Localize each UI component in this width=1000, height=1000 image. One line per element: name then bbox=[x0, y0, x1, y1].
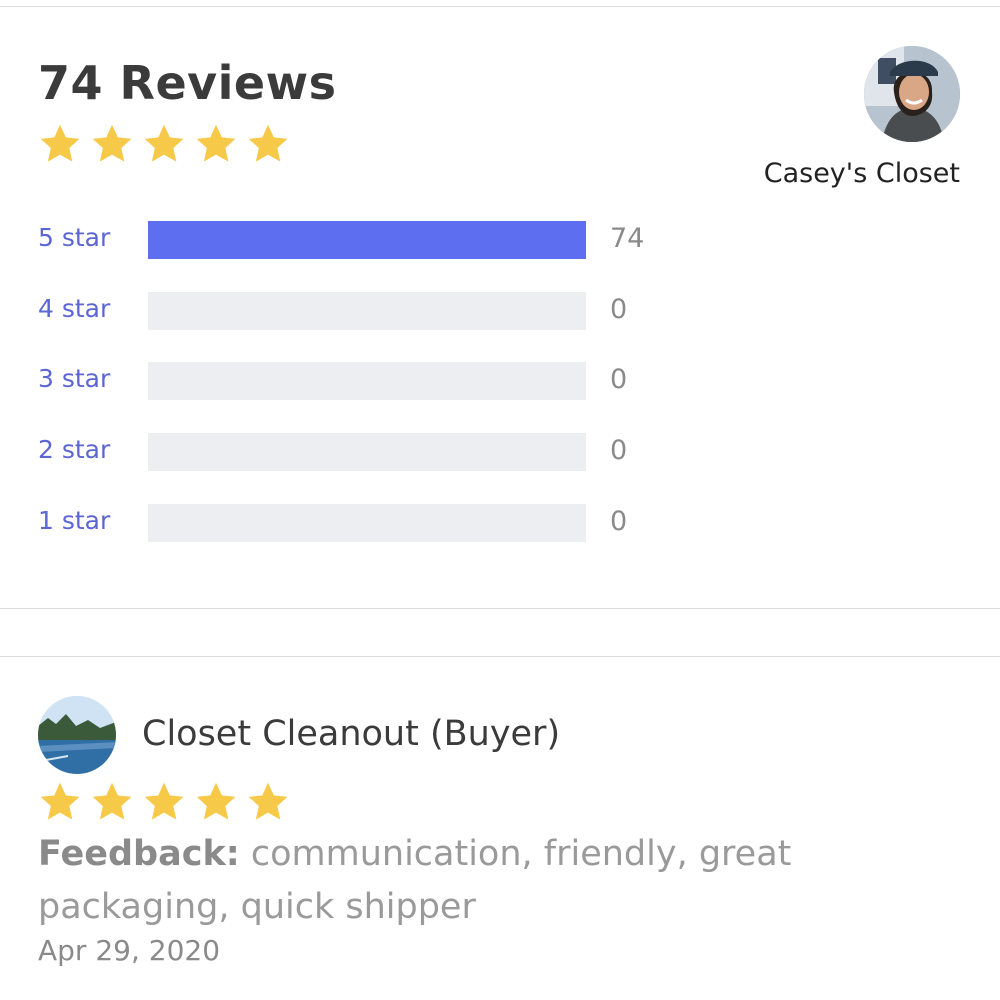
rating-row-count: 0 bbox=[610, 294, 628, 325]
rating-row-label[interactable]: 2 star bbox=[38, 435, 110, 464]
rating-row-3[interactable]: 3 star 0 bbox=[0, 362, 1000, 400]
rating-bar-track bbox=[148, 504, 586, 542]
rating-row-count: 74 bbox=[610, 223, 645, 254]
seller-photo bbox=[864, 46, 960, 142]
reviewer-name[interactable]: Closet Cleanout (Buyer) bbox=[142, 714, 560, 754]
seller-name[interactable]: Casey's Closet bbox=[700, 158, 960, 189]
star-icon bbox=[40, 782, 80, 820]
feedback-label: Feedback: bbox=[38, 834, 240, 874]
rating-row-5[interactable]: 5 star 74 bbox=[0, 221, 1000, 259]
review-feedback: Feedback: communication, friendly, great… bbox=[38, 828, 838, 934]
rating-row-2[interactable]: 2 star 0 bbox=[0, 433, 1000, 471]
star-icon bbox=[92, 782, 132, 820]
section-divider bbox=[0, 608, 1000, 609]
rating-row-count: 0 bbox=[610, 364, 628, 395]
star-icon bbox=[92, 124, 132, 162]
review-star-rating bbox=[38, 780, 290, 824]
rating-row-4[interactable]: 4 star 0 bbox=[0, 292, 1000, 330]
rating-row-count: 0 bbox=[610, 435, 628, 466]
review-date: Apr 29, 2020 bbox=[38, 934, 221, 967]
rating-bar-track bbox=[148, 362, 586, 400]
summary-star-rating bbox=[38, 122, 290, 166]
rating-row-label[interactable]: 4 star bbox=[38, 294, 110, 323]
rating-row-label[interactable]: 5 star bbox=[38, 223, 110, 252]
reviewer-avatar[interactable] bbox=[38, 696, 116, 774]
rating-bar-track bbox=[148, 221, 586, 259]
star-icon bbox=[196, 782, 236, 820]
star-icon bbox=[40, 124, 80, 162]
star-icon bbox=[248, 124, 288, 162]
seller-avatar[interactable] bbox=[864, 46, 960, 142]
reviewer-photo bbox=[38, 696, 116, 774]
top-divider bbox=[0, 6, 1000, 7]
star-icon bbox=[248, 782, 288, 820]
rating-bar-track bbox=[148, 433, 586, 471]
rating-bar-fill bbox=[148, 221, 586, 259]
rating-row-label[interactable]: 3 star bbox=[38, 364, 110, 393]
rating-row-1[interactable]: 1 star 0 bbox=[0, 504, 1000, 542]
rating-row-label[interactable]: 1 star bbox=[38, 506, 110, 535]
star-icon bbox=[196, 124, 236, 162]
reviews-page: 74 Reviews Casey's Closet 5 star 74 4 st… bbox=[0, 0, 1000, 1000]
rating-row-count: 0 bbox=[610, 506, 628, 537]
rating-bar-track bbox=[148, 292, 586, 330]
star-icon bbox=[144, 124, 184, 162]
section-divider bbox=[0, 656, 1000, 657]
star-icon bbox=[144, 782, 184, 820]
reviews-count-title: 74 Reviews bbox=[38, 56, 337, 110]
